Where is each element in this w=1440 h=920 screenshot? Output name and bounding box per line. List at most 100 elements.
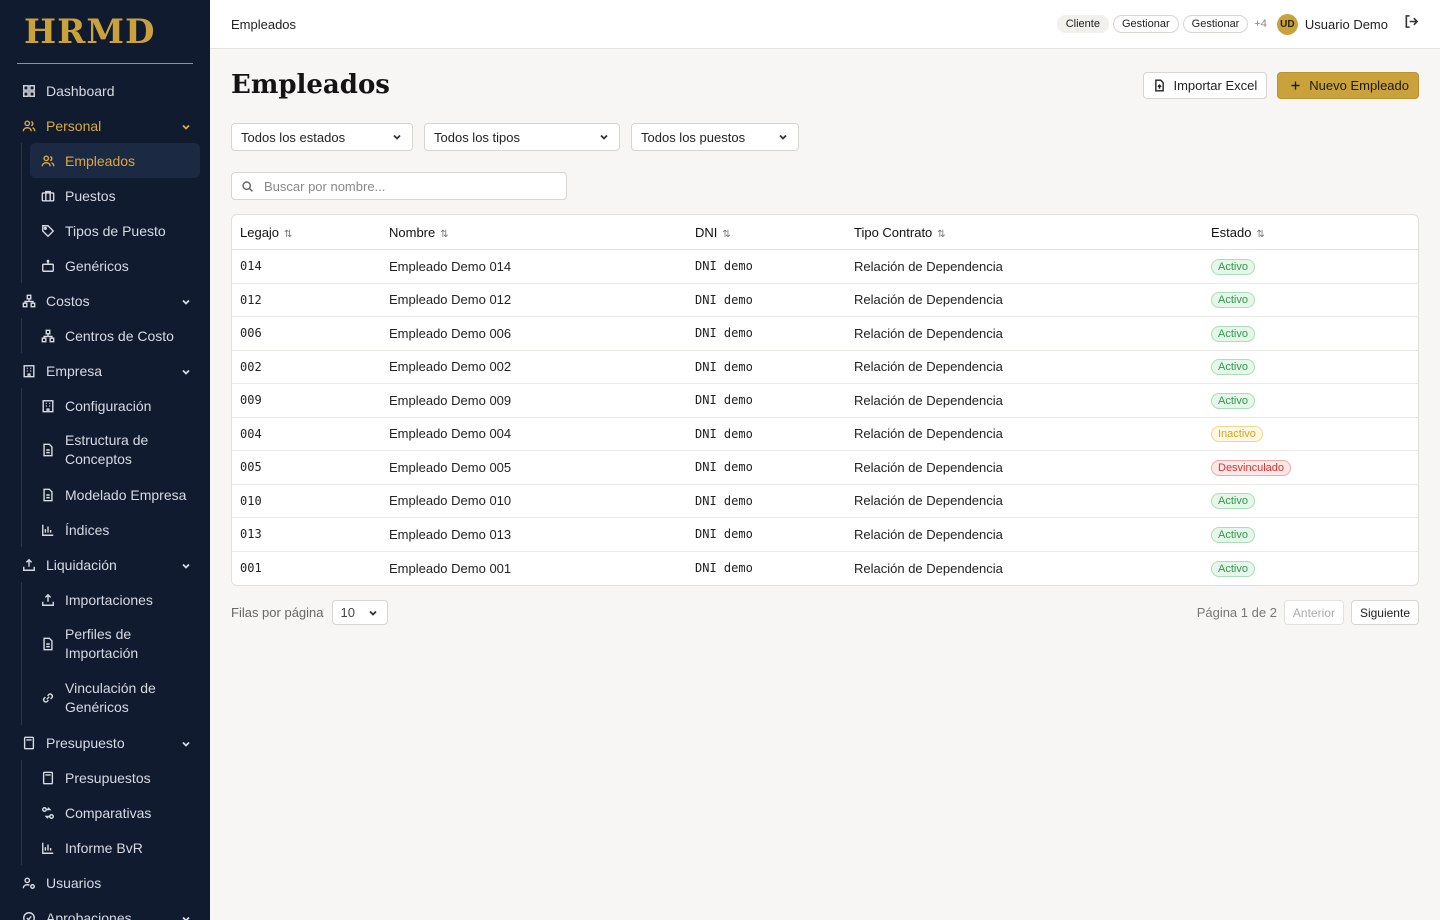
new-employee-button[interactable]: Nuevo Empleado	[1277, 71, 1419, 99]
cell-estado: Activo	[1211, 325, 1418, 342]
status-badge: Activo	[1211, 392, 1255, 409]
sidebar-item-comparativas[interactable]: Comparativas	[30, 795, 210, 830]
sidebar-submenu-personal: Empleados Puestos Tipos de Puesto Genéri…	[21, 143, 210, 283]
column-header-label: Nombre	[389, 224, 436, 240]
table-row[interactable]: 014 Empleado Demo 014 DNI demo Relación de …	[232, 250, 1418, 284]
sidebar-item-indices[interactable]: Índices	[30, 512, 210, 547]
sidebar-item-estructura-de-conceptos[interactable]: Estructura de Conceptos	[30, 423, 210, 477]
type-filter-select[interactable]: Todos los tipos	[424, 123, 620, 151]
table-row[interactable]: 013 Empleado Demo 013 DNI demo Relación de …	[232, 518, 1418, 552]
sidebar-item-liquidacion[interactable]: Liquidación	[0, 547, 210, 582]
import-excel-button[interactable]: Importar Excel	[1143, 71, 1268, 99]
sidebar-item-modelado-empresa[interactable]: Modelado Empresa	[30, 477, 210, 512]
chevron-down-icon	[180, 365, 192, 377]
avatar[interactable]: UD	[1276, 13, 1298, 35]
logout-icon[interactable]	[1404, 14, 1419, 34]
sidebar-item-informe-bvr[interactable]: Informe BvR	[30, 830, 210, 865]
sidebar-submenu-empresa: Configuración Estructura de Conceptos Mo…	[21, 388, 210, 547]
breadcrumb: Empleados	[231, 16, 297, 32]
sidebar-item-vinculacion-de-genericos[interactable]: Vinculación de Genéricos	[30, 671, 210, 725]
sidebar-item-configuracion[interactable]: Configuración	[30, 388, 210, 423]
table-row[interactable]: 004 Empleado Demo 004 DNI demo Relación de …	[232, 418, 1418, 451]
topbar: Empleados Cliente Gestionar Gestionar +4…	[210, 0, 1440, 49]
chevron-down-icon	[368, 610, 377, 616]
search-input[interactable]	[264, 178, 557, 194]
status-badge: Inactivo	[1211, 426, 1263, 443]
rows-per-page-select[interactable]: 10	[331, 600, 388, 625]
table-row[interactable]: 005 Empleado Demo 005 DNI demo Relación de …	[232, 451, 1418, 485]
brand[interactable]: HRMD	[17, 0, 193, 64]
upload-icon	[40, 592, 56, 608]
sidebar-item-empresa[interactable]: Empresa	[0, 353, 210, 388]
previous-page-button[interactable]: Anterior	[1283, 600, 1344, 625]
file-icon	[40, 487, 56, 503]
status-badge: Activo	[1211, 560, 1255, 577]
table-row[interactable]: 001 Empleado Demo 001 DNI demo Relación de …	[232, 552, 1418, 586]
sidebar-item-personal[interactable]: Personal	[0, 108, 210, 143]
sidebar-item-genericos[interactable]: Genéricos	[30, 248, 210, 283]
sidebar-item-puestos[interactable]: Puestos	[30, 178, 210, 213]
table-body: 014 Empleado Demo 014 DNI demo Relación de …	[232, 250, 1418, 585]
column-header-nombre[interactable]: Nombre ⇅	[389, 225, 695, 240]
table-row[interactable]: 012 Empleado Demo 012 DNI demo Relación de …	[232, 284, 1418, 317]
table-row[interactable]: 006 Empleado Demo 006 DNI demo Relación de …	[232, 317, 1418, 351]
column-header-tipo-contrato[interactable]: Tipo Contrato ⇅	[854, 225, 1211, 240]
more-roles-count[interactable]: +4	[1254, 18, 1267, 30]
chevron-down-icon	[393, 134, 401, 140]
chevron-down-icon	[600, 134, 608, 140]
cell-legajo: 006	[240, 326, 262, 341]
cell-nombre: Empleado Demo 010	[389, 493, 512, 509]
sidebar-item-presupuesto[interactable]: Presupuesto	[0, 725, 210, 760]
sidebar-item-label: Perfiles de Importación	[65, 626, 139, 661]
cell-dni: DNI demo	[695, 326, 753, 341]
sort-icon: ⇅	[1256, 228, 1265, 240]
sidebar-item-dashboard[interactable]: Dashboard	[0, 73, 210, 108]
sidebar-item-empleados[interactable]: Empleados	[30, 143, 200, 178]
cell-tipo-contrato: Relación de Dependencia	[854, 359, 1003, 375]
sort-icon: ⇅	[284, 228, 293, 240]
chevron-down-icon	[180, 559, 192, 571]
cell-tipo-contrato: Relación de Dependencia	[854, 493, 1003, 509]
cell-dni: DNI demo	[695, 359, 753, 374]
column-header-label: Tipo Contrato	[854, 224, 933, 240]
sidebar-item-presupuestos[interactable]: Presupuestos	[30, 760, 210, 795]
bar-chart-icon	[40, 522, 56, 538]
column-header-dni[interactable]: DNI ⇅	[695, 225, 854, 240]
sidebar-item-aprobaciones[interactable]: Aprobaciones	[0, 900, 210, 920]
role-badge-gestionar: Gestionar	[1112, 15, 1179, 33]
sidebar-submenu-liquidacion: Importaciones Perfiles de Importación Vi…	[21, 582, 210, 725]
cell-tipo-contrato: Relación de Dependencia	[854, 392, 1003, 408]
chevron-down-icon	[779, 134, 787, 140]
table-row[interactable]: 002 Empleado Demo 002 DNI demo Relación de …	[232, 351, 1418, 384]
cell-estado: Desvinculado	[1211, 459, 1418, 476]
sidebar-item-label: Centros de Costo	[65, 327, 174, 344]
sidebar-item-label: Empleados	[65, 152, 136, 169]
status-filter-select[interactable]: Todos los estados	[231, 123, 413, 151]
table-row[interactable]: 009 Empleado Demo 009 DNI demo Relación de …	[232, 384, 1418, 418]
sidebar-item-importaciones[interactable]: Importaciones	[30, 582, 210, 617]
sort-icon: ⇅	[440, 228, 449, 240]
cell-estado: Activo	[1211, 492, 1418, 510]
sidebar-item-centros-de-costo[interactable]: Centros de Costo	[30, 318, 210, 353]
rows-per-page-label: Filas por página	[231, 605, 324, 620]
sidebar-item-costos[interactable]: Costos	[0, 283, 210, 318]
sort-icon: ⇅	[722, 228, 731, 240]
column-header-estado[interactable]: Estado ⇅	[1211, 225, 1418, 240]
import-excel-label: Importar Excel	[1173, 77, 1258, 93]
position-filter-select[interactable]: Todos los puestos	[631, 123, 799, 151]
cell-tipo-contrato: Relación de Dependencia	[854, 292, 1003, 308]
next-page-button[interactable]: Siguiente	[1350, 600, 1419, 625]
cell-dni: DNI demo	[695, 292, 753, 307]
chevron-down-icon	[180, 912, 192, 920]
table-row[interactable]: 010 Empleado Demo 010 DNI demo Relación de …	[232, 485, 1418, 518]
sidebar-submenu-costos: Centros de Costo	[21, 318, 210, 353]
sidebar-item-perfiles-de-importacion[interactable]: Perfiles de Importación	[30, 617, 210, 671]
sidebar-item-label: Configuración	[65, 397, 152, 414]
cell-dni: DNI demo	[695, 561, 753, 576]
role-badge-gestionar: Gestionar	[1182, 15, 1249, 33]
sidebar-item-tipos-de-puesto[interactable]: Tipos de Puesto	[30, 213, 210, 248]
sidebar-item-usuarios[interactable]: Usuarios	[0, 865, 210, 900]
cell-legajo: 014	[240, 259, 262, 274]
upload-icon	[21, 557, 37, 573]
column-header-legajo[interactable]: Legajo ⇅	[232, 225, 389, 240]
